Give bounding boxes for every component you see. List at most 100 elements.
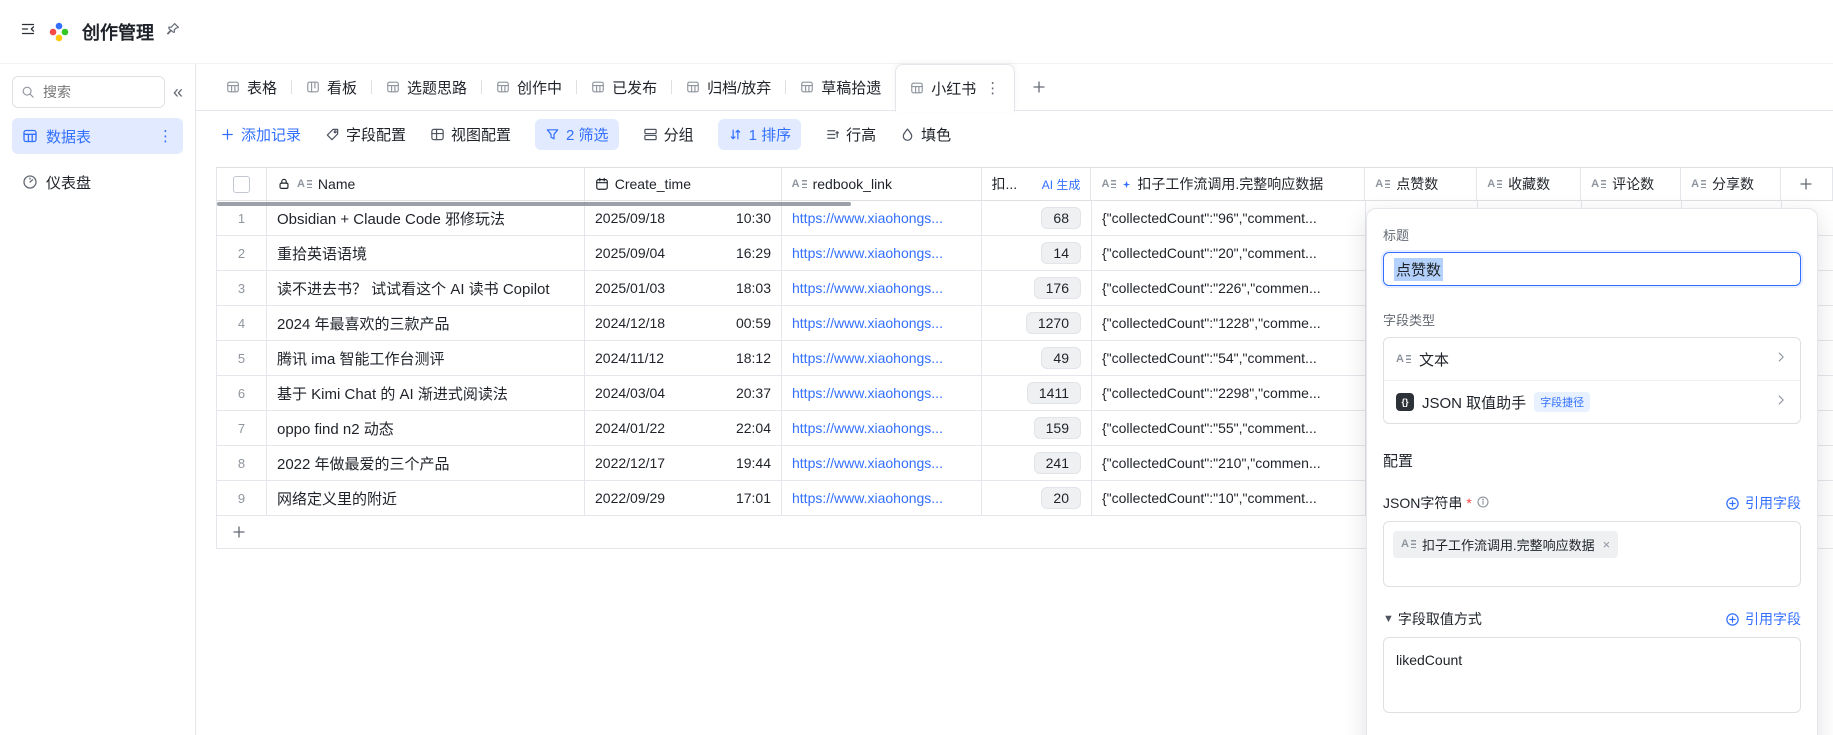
record-link[interactable]: https://www.xiaohongs... xyxy=(792,420,943,436)
cell-redbook-link[interactable]: https://www.xiaohongs... xyxy=(782,271,982,305)
value-method-row[interactable]: ▼ 字段取值方式 引用字段 xyxy=(1383,609,1801,629)
row-number-cell[interactable]: 7 xyxy=(217,411,267,445)
sort-button[interactable]: 1 排序 xyxy=(718,119,802,150)
ref-field-button-1[interactable]: 引用字段 xyxy=(1725,493,1801,513)
cell-count[interactable]: 1411 xyxy=(982,376,1092,410)
caret-down-icon[interactable]: ▼ xyxy=(1383,613,1394,625)
column-header-json[interactable]: A 扣子工作流调用.完整响应数据 xyxy=(1091,168,1365,200)
cell-create-time[interactable]: 2024/11/1218:12 xyxy=(585,341,782,375)
tab-more-icon[interactable]: ⋮ xyxy=(985,79,1000,97)
column-header-comments[interactable]: A 评论数 xyxy=(1581,168,1681,200)
field-type-select[interactable]: A 文本 xyxy=(1384,338,1800,380)
add-view-button[interactable] xyxy=(1031,79,1047,95)
cell-count[interactable]: 1270 xyxy=(982,306,1092,340)
cell-create-time[interactable]: 2025/01/0318:03 xyxy=(585,271,782,305)
cell-json[interactable]: {"collectedCount":"96","comment... xyxy=(1092,201,1366,235)
cell-create-time[interactable]: 2025/09/0416:29 xyxy=(585,236,782,270)
tab-archived[interactable]: 归档/放弃 xyxy=(672,64,785,110)
tab-published[interactable]: 已发布 xyxy=(577,64,671,110)
cell-redbook-link[interactable]: https://www.xiaohongs... xyxy=(782,201,982,235)
cell-redbook-link[interactable]: https://www.xiaohongs... xyxy=(782,306,982,340)
column-header-likes[interactable]: A 点赞数 xyxy=(1365,168,1477,200)
row-number-cell[interactable]: 9 xyxy=(217,481,267,515)
cell-create-time[interactable]: 2022/12/1719:44 xyxy=(585,446,782,480)
sidebar-item-datasheets[interactable]: 数据表 ⋮ xyxy=(12,118,183,154)
cell-create-time[interactable]: 2024/01/2222:04 xyxy=(585,411,782,445)
column-header-redbook-link[interactable]: A redbook_link xyxy=(782,168,982,200)
row-number-cell[interactable]: 3 xyxy=(217,271,267,305)
cell-create-time[interactable]: 2024/12/1800:59 xyxy=(585,306,782,340)
record-link[interactable]: https://www.xiaohongs... xyxy=(792,315,943,331)
cell-name[interactable]: 读不进去书？ 试试看这个 AI 读书 Copilot xyxy=(267,271,585,305)
cell-json[interactable]: {"collectedCount":"226","commen... xyxy=(1092,271,1366,305)
cell-json[interactable]: {"collectedCount":"55","comment... xyxy=(1092,411,1366,445)
cell-name[interactable]: 基于 Kimi Chat 的 AI 渐进式阅读法 xyxy=(267,376,585,410)
cell-json[interactable]: {"collectedCount":"1228","comme... xyxy=(1092,306,1366,340)
cell-redbook-link[interactable]: https://www.xiaohongs... xyxy=(782,341,982,375)
search-box[interactable] xyxy=(12,76,165,108)
cell-redbook-link[interactable]: https://www.xiaohongs... xyxy=(782,446,982,480)
view-config-button[interactable]: 视图配置 xyxy=(430,124,511,145)
cell-json[interactable]: {"collectedCount":"210","commen... xyxy=(1092,446,1366,480)
cell-name[interactable]: 腾讯 ima 智能工作台测评 xyxy=(267,341,585,375)
record-link[interactable]: https://www.xiaohongs... xyxy=(792,280,943,296)
search-input[interactable] xyxy=(41,83,135,101)
group-button[interactable]: 分组 xyxy=(643,124,694,145)
cell-name[interactable]: 2024 年最喜欢的三款产品 xyxy=(267,306,585,340)
json-field-tag[interactable]: A 扣子工作流调用.完整响应数据 × xyxy=(1393,531,1618,558)
field-title-input[interactable]: 点赞数 xyxy=(1383,252,1801,286)
json-helper-option[interactable]: {} JSON 取值助手 字段捷径 xyxy=(1384,380,1800,423)
row-number-cell[interactable]: 8 xyxy=(217,446,267,480)
row-height-button[interactable]: 行高 xyxy=(825,124,876,145)
pin-icon[interactable] xyxy=(166,22,180,41)
row-number-cell[interactable]: 1 xyxy=(217,201,267,235)
cell-name[interactable]: oppo find n2 动态 xyxy=(267,411,585,445)
collapse-sidebar-icon[interactable]: « xyxy=(173,83,183,101)
field-config-button[interactable]: 字段配置 xyxy=(325,124,406,145)
cell-json[interactable]: {"collectedCount":"20","comment... xyxy=(1092,236,1366,270)
cell-redbook-link[interactable]: https://www.xiaohongs... xyxy=(782,411,982,445)
tab-table[interactable]: 表格 xyxy=(212,64,291,110)
row-number-cell[interactable]: 2 xyxy=(217,236,267,270)
value-path-box[interactable]: likedCount xyxy=(1383,637,1801,713)
ref-field-button-2[interactable]: 引用字段 xyxy=(1725,609,1801,629)
column-header-favorites[interactable]: A 收藏数 xyxy=(1477,168,1581,200)
cell-create-time[interactable]: 2024/03/0420:37 xyxy=(585,376,782,410)
cell-count[interactable]: 241 xyxy=(982,446,1092,480)
cell-count[interactable]: 20 xyxy=(982,481,1092,515)
record-link[interactable]: https://www.xiaohongs... xyxy=(792,350,943,366)
select-all-cell[interactable] xyxy=(217,168,267,200)
row-number-cell[interactable]: 4 xyxy=(217,306,267,340)
cell-count[interactable]: 14 xyxy=(982,236,1092,270)
horizontal-scrollbar[interactable] xyxy=(217,202,851,206)
cell-create-time[interactable]: 2025/09/1810:30 xyxy=(585,201,782,235)
tab-xiaohongshu[interactable]: 小红书 ⋮ xyxy=(895,64,1015,112)
record-link[interactable]: https://www.xiaohongs... xyxy=(792,385,943,401)
cell-name[interactable]: 网络定义里的附近 xyxy=(267,481,585,515)
cell-redbook-link[interactable]: https://www.xiaohongs... xyxy=(782,236,982,270)
fill-color-button[interactable]: 填色 xyxy=(900,124,951,145)
column-header-count[interactable]: 扣... AI 生成 xyxy=(982,168,1092,200)
column-header-shares[interactable]: A 分享数 xyxy=(1681,168,1781,200)
sidebar-toggle-icon[interactable] xyxy=(20,21,36,42)
tab-in-progress[interactable]: 创作中 xyxy=(482,64,576,110)
row-number-cell[interactable]: 6 xyxy=(217,376,267,410)
cell-json[interactable]: {"collectedCount":"54","comment... xyxy=(1092,341,1366,375)
cell-json[interactable]: {"collectedCount":"2298","comme... xyxy=(1092,376,1366,410)
cell-redbook-link[interactable]: https://www.xiaohongs... xyxy=(782,481,982,515)
record-link[interactable]: https://www.xiaohongs... xyxy=(792,455,943,471)
cell-redbook-link[interactable]: https://www.xiaohongs... xyxy=(782,376,982,410)
cell-name[interactable]: 重拾英语语境 xyxy=(267,236,585,270)
tab-topic-ideas[interactable]: 选题思路 xyxy=(372,64,481,110)
select-all-checkbox[interactable] xyxy=(233,176,250,193)
cell-json[interactable]: {"collectedCount":"10","comment... xyxy=(1092,481,1366,515)
tab-kanban[interactable]: 看板 xyxy=(292,64,371,110)
record-link[interactable]: https://www.xiaohongs... xyxy=(792,210,943,226)
column-header-create-time[interactable]: Create_time xyxy=(585,168,782,200)
add-column-button[interactable] xyxy=(1781,168,1833,200)
column-header-name[interactable]: A Name xyxy=(267,168,585,200)
add-record-button[interactable]: 添加记录 xyxy=(220,124,301,145)
json-string-box[interactable]: A 扣子工作流调用.完整响应数据 × xyxy=(1383,521,1801,587)
cell-create-time[interactable]: 2022/09/2917:01 xyxy=(585,481,782,515)
cell-count[interactable]: 68 xyxy=(982,201,1092,235)
